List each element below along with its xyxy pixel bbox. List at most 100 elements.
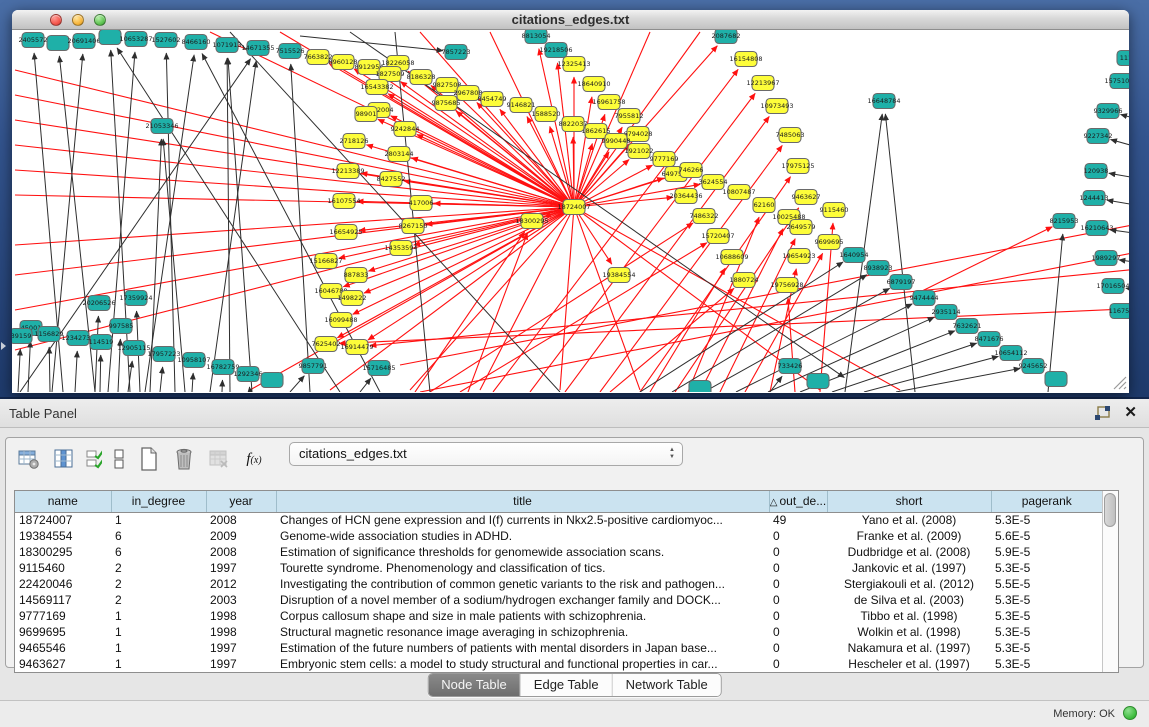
svg-text:2649579: 2649579 xyxy=(787,223,816,231)
svg-text:120938: 120938 xyxy=(1084,167,1109,175)
panel-collapse-arrow[interactable] xyxy=(1,342,6,350)
window-titlebar[interactable]: citations_edges.txt xyxy=(12,10,1129,30)
table-row[interactable]: 1830029562008Estimation of significance … xyxy=(15,544,1102,560)
svg-text:7857223: 7857223 xyxy=(442,48,471,56)
column-header-pagerank[interactable]: pagerank xyxy=(991,491,1102,512)
svg-text:8267150: 8267150 xyxy=(399,222,428,230)
table-column-icon[interactable] xyxy=(51,446,77,472)
svg-text:19384554: 19384554 xyxy=(602,271,635,279)
table-scrollbar[interactable] xyxy=(1102,491,1118,672)
svg-text:116753: 116753 xyxy=(1109,307,1129,315)
network-view-window[interactable]: citations_edges.txt 24055722069140610653… xyxy=(12,10,1129,393)
table-row[interactable]: 1938455462009Genome-wide association stu… xyxy=(15,528,1102,544)
svg-text:1156829: 1156829 xyxy=(35,330,64,338)
column-header-in_degree[interactable]: in_degree xyxy=(111,491,206,512)
table-row[interactable]: 946554611997Estimation of the future num… xyxy=(15,640,1102,656)
svg-text:16648784: 16648784 xyxy=(867,97,900,105)
svg-text:7485063: 7485063 xyxy=(776,131,805,139)
tab-edge-table[interactable]: Edge Table xyxy=(521,674,613,696)
tab-node-table[interactable]: Node Table xyxy=(428,674,521,696)
svg-text:16099488: 16099488 xyxy=(324,316,357,324)
svg-text:9875685: 9875685 xyxy=(432,99,461,107)
column-header-short[interactable]: short xyxy=(827,491,991,512)
svg-text:2718126: 2718126 xyxy=(340,137,369,145)
svg-text:1880724: 1880724 xyxy=(730,276,759,284)
svg-text:1292346: 1292346 xyxy=(234,370,263,378)
new-file-icon[interactable] xyxy=(136,446,162,472)
network-select[interactable]: citations_edges.txt ▲▼ xyxy=(289,442,683,466)
network-select-value: citations_edges.txt xyxy=(299,446,407,461)
table-row[interactable]: 969969511998Structural magnetic resonanc… xyxy=(15,624,1102,640)
svg-text:8466160: 8466160 xyxy=(182,38,211,46)
svg-text:12213389: 12213389 xyxy=(331,167,364,175)
svg-text:1640954: 1640954 xyxy=(840,251,869,259)
svg-text:18640910: 18640910 xyxy=(577,80,610,88)
svg-text:9857791: 9857791 xyxy=(299,362,328,370)
svg-text:7625402: 7625402 xyxy=(312,340,341,348)
svg-text:9329966: 9329966 xyxy=(1094,107,1123,115)
combo-stepper-icon[interactable]: ▲▼ xyxy=(669,447,675,461)
svg-text:16210643: 16210643 xyxy=(1080,224,1113,232)
network-canvas[interactable]: 2405572206914061065328715276028466160107… xyxy=(12,30,1129,392)
table-row[interactable]: 1456911722003Disruption of a novel membe… xyxy=(15,592,1102,608)
close-panel-icon[interactable]: ✕ xyxy=(1124,404,1137,422)
svg-text:746266: 746266 xyxy=(679,166,704,174)
table-tab-strip: Node TableEdge TableNetwork Table xyxy=(427,673,722,697)
svg-text:2087682: 2087682 xyxy=(712,32,741,40)
svg-text:8960128: 8960128 xyxy=(329,58,358,66)
table-scrollbar-thumb[interactable] xyxy=(1104,493,1116,527)
table-row[interactable]: 2242004622012Investigating the contribut… xyxy=(15,576,1102,592)
svg-text:9242844: 9242844 xyxy=(391,125,420,133)
delete-table-icon[interactable] xyxy=(206,446,232,472)
svg-text:19756928: 19756928 xyxy=(770,281,803,289)
svg-text:7955812: 7955812 xyxy=(615,112,644,120)
table-row[interactable]: 911546021997Tourette syndrome. Phenomeno… xyxy=(15,560,1102,576)
svg-text:20691406: 20691406 xyxy=(67,37,100,45)
svg-text:1527602: 1527602 xyxy=(152,36,181,44)
svg-text:10807487: 10807487 xyxy=(722,188,755,196)
table-settings-icon[interactable] xyxy=(16,446,42,472)
svg-text:15720407: 15720407 xyxy=(701,232,734,240)
svg-text:20206526: 20206526 xyxy=(82,299,115,307)
trash-icon[interactable] xyxy=(171,446,197,472)
network-graph[interactable]: 2405572206914061065328715276028466160107… xyxy=(12,30,1129,392)
svg-text:16154808: 16154808 xyxy=(729,55,762,63)
svg-text:1244413: 1244413 xyxy=(1080,194,1109,202)
svg-text:9990448: 9990448 xyxy=(602,137,631,145)
column-header-title[interactable]: title xyxy=(276,491,769,512)
svg-text:8813054: 8813054 xyxy=(522,32,551,40)
svg-text:1989297: 1989297 xyxy=(1092,254,1121,262)
svg-text:10688609: 10688609 xyxy=(715,253,748,261)
svg-text:1921022: 1921022 xyxy=(625,147,654,155)
table-toolbar: f(x) xyxy=(16,444,276,474)
function-icon[interactable]: f(x) xyxy=(241,446,267,472)
svg-text:16654925: 16654925 xyxy=(329,228,362,236)
column-header-year[interactable]: year xyxy=(206,491,276,512)
svg-text:9146821: 9146821 xyxy=(507,101,536,109)
svg-text:1588520: 1588520 xyxy=(532,110,561,118)
svg-text:3624554: 3624554 xyxy=(699,178,728,186)
svg-text:15751074: 15751074 xyxy=(1104,77,1129,85)
svg-text:19654923: 19654923 xyxy=(782,252,815,260)
svg-text:14353594: 14353594 xyxy=(384,244,417,252)
svg-text:17359924: 17359924 xyxy=(119,294,152,302)
svg-text:9463627: 9463627 xyxy=(792,193,821,201)
column-header-name[interactable]: name xyxy=(15,491,111,512)
table-row[interactable]: 977716911998Corpus callosum shape and si… xyxy=(15,608,1102,624)
svg-text:9245652: 9245652 xyxy=(1019,362,1048,370)
svg-text:15166827: 15166827 xyxy=(309,257,342,265)
attribute-table[interactable]: namein_degreeyeartitle△out_de...shortpag… xyxy=(15,491,1102,672)
tab-network-table[interactable]: Network Table xyxy=(613,674,721,696)
table-row[interactable]: 1872400712008Changes of HCN gene express… xyxy=(15,512,1102,528)
svg-text:8215953: 8215953 xyxy=(1050,217,1079,225)
table-row[interactable]: 946362711997Embryonic stem cells: a mode… xyxy=(15,656,1102,672)
row-checks-icon[interactable] xyxy=(86,446,102,472)
svg-text:7486322: 7486322 xyxy=(690,212,719,220)
rows-icon[interactable] xyxy=(111,446,127,472)
column-header-out_de[interactable]: △out_de... xyxy=(769,491,827,512)
svg-text:17016504: 17016504 xyxy=(1096,282,1129,290)
resize-grip[interactable] xyxy=(1111,374,1127,390)
svg-text:39159: 39159 xyxy=(12,332,31,340)
svg-text:2803144: 2803144 xyxy=(385,150,414,158)
float-panel-icon[interactable] xyxy=(1094,406,1111,421)
